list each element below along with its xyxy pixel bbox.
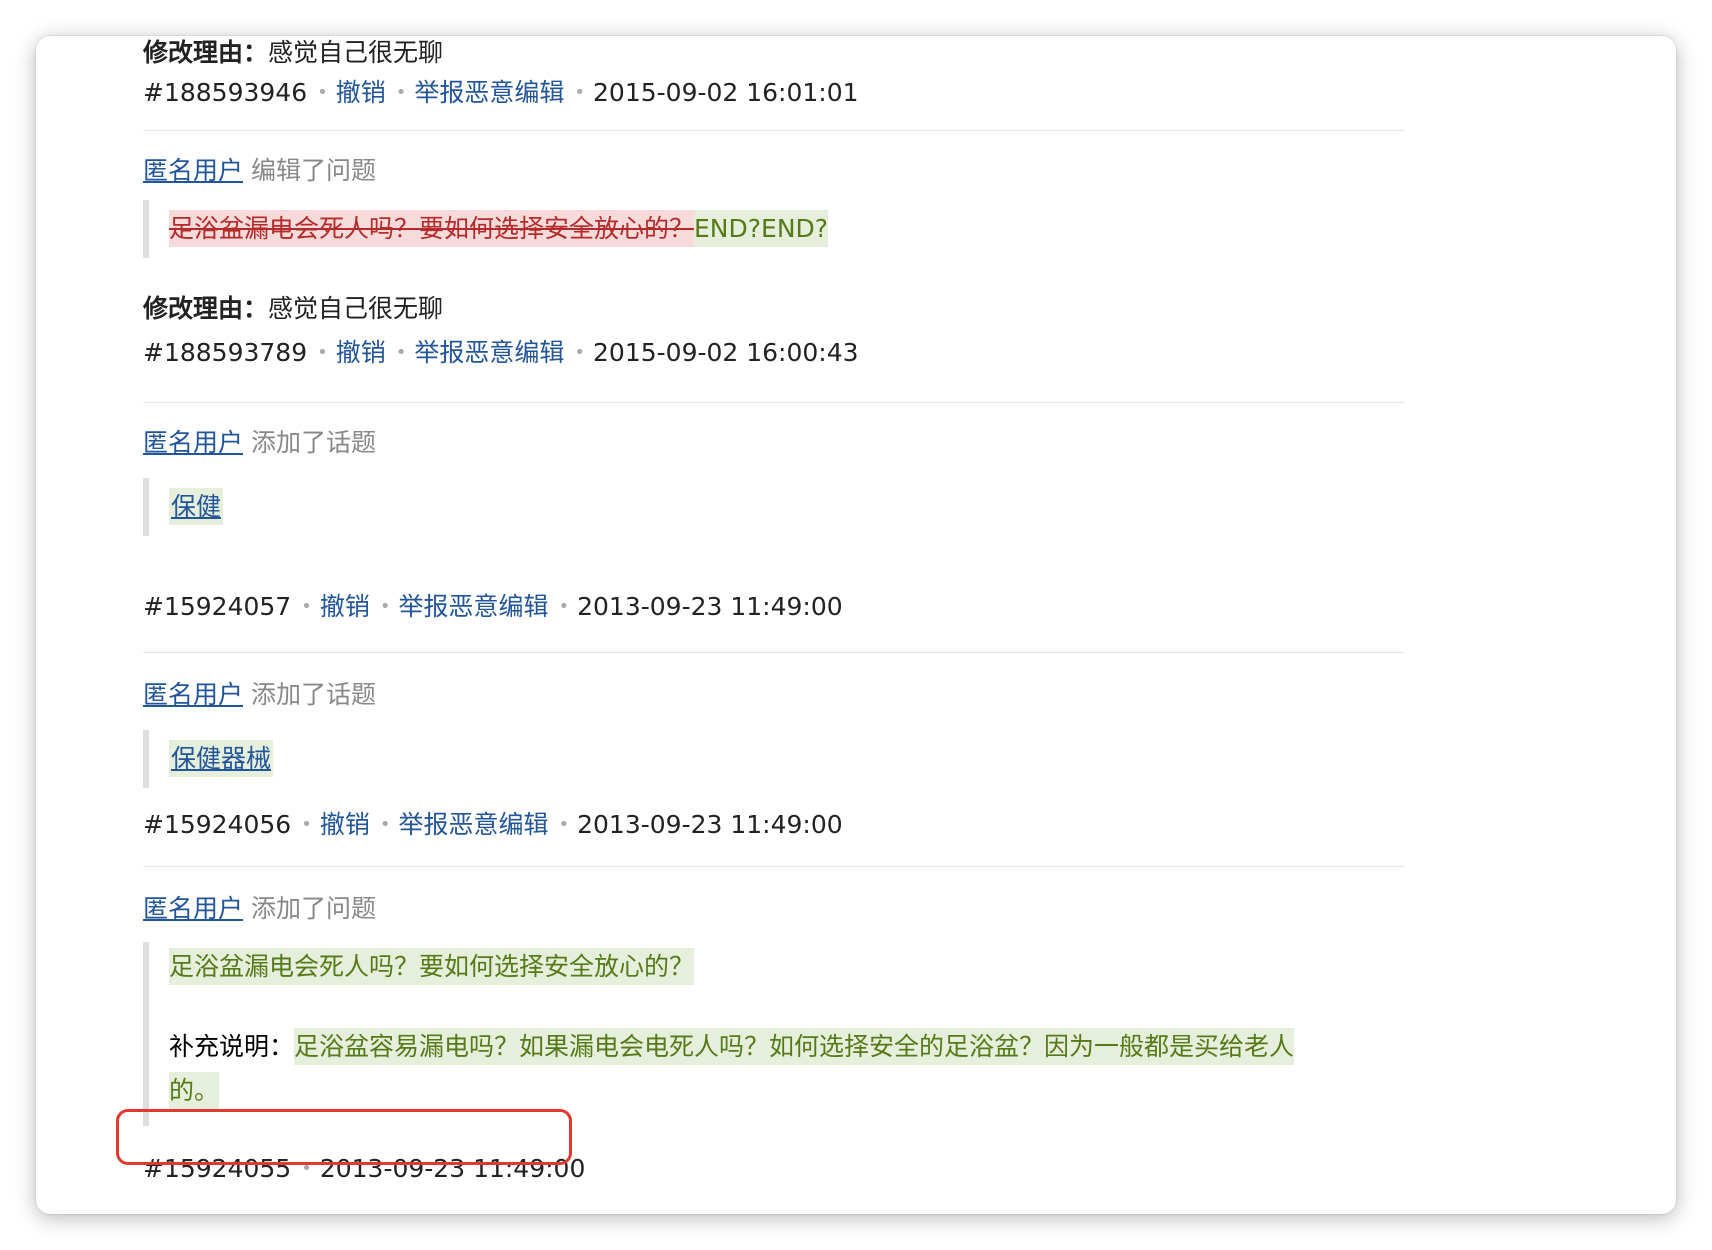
supplement-label: 补充说明： [169, 1032, 295, 1061]
revision-time: 2013-09-23 11:49:00 [577, 810, 843, 839]
separator-dot: • [301, 814, 312, 835]
separator-dot: • [574, 342, 586, 363]
inserted-text: END?END? [694, 210, 829, 247]
user-link[interactable]: 匿名用户 [143, 680, 243, 709]
revision-header: 匿名用户 添加了话题 [143, 426, 376, 460]
edit-reason: 修改理由：感觉自己很无聊 [143, 36, 443, 70]
topic-quote: 保健器械 [143, 730, 274, 788]
separator-dot: • [395, 82, 407, 103]
revision-meta: #188593946 • 撤销 • 举报恶意编辑 • 2015-09-02 16:01:01 [143, 76, 859, 113]
divider [143, 402, 1405, 403]
separator-dot: • [379, 814, 391, 835]
deleted-text: 足浴盆漏电会死人吗？要如何选择安全放心的？ [169, 210, 695, 247]
separator-dot: • [558, 814, 570, 835]
edit-reason-text: 感觉自己很无聊 [268, 38, 444, 67]
revision-header: 匿名用户 添加了问题 [143, 892, 376, 926]
report-malicious-edit-link[interactable]: 举报恶意编辑 [414, 338, 564, 367]
revision-meta: #15924057 • 撤销 • 举报恶意编辑 • 2013-09-23 11:49:00 [143, 590, 843, 627]
user-link[interactable]: 匿名用户 [143, 894, 243, 923]
topic-tag[interactable]: 保健器械 [169, 740, 274, 777]
revision-meta: #15924056 • 撤销 • 举报恶意编辑 • 2013-09-23 11:49:00 [143, 808, 843, 845]
supplement-text-line1: 足浴盆容易漏电吗？如果漏电会电死人吗？如何选择安全的足浴盆？因为一般都是买给老人 [294, 1028, 1295, 1065]
divider [143, 866, 1405, 867]
revision-id: #15924057 [143, 592, 292, 621]
question-title: 足浴盆漏电会死人吗？要如何选择安全放心的？ [169, 948, 695, 985]
separator-dot: • [395, 342, 407, 363]
edit-reason-label: 修改理由： [143, 38, 269, 67]
edit-reason: 修改理由：感觉自己很无聊 [143, 292, 443, 326]
revision-history-panel: 修改理由：感觉自己很无聊 #188593946 • 撤销 • 举报恶意编辑 • 2015-0… [36, 36, 1676, 1214]
separator-dot: • [574, 82, 586, 103]
revision-action: 添加了话题 [250, 680, 376, 709]
supplement-text-line2: 的。 [169, 1072, 220, 1109]
revision-meta: #188593789 • 撤销 • 举报恶意编辑 • 2015-09-02 16:00:43 [143, 336, 859, 373]
report-malicious-edit-link[interactable]: 举报恶意编辑 [414, 78, 564, 107]
edit-reason-text: 感觉自己很无聊 [268, 294, 444, 323]
report-malicious-edit-link[interactable]: 举报恶意编辑 [398, 592, 548, 621]
user-link[interactable]: 匿名用户 [143, 156, 243, 185]
undo-link[interactable]: 撤销 [320, 592, 370, 621]
user-link[interactable]: 匿名用户 [143, 428, 243, 457]
revision-id: #15924056 [143, 810, 292, 839]
revision-action: 编辑了问题 [250, 156, 376, 185]
revision-time: 2015-09-02 16:00:43 [593, 338, 859, 367]
diff-quote: 足浴盆漏电会死人吗？要如何选择安全放心的？END?END? [143, 200, 829, 258]
question-quote: 足浴盆漏电会死人吗？要如何选择安全放心的？ 补充说明：足浴盆容易漏电吗？如果漏电… [143, 942, 1295, 1126]
divider [143, 130, 1405, 131]
separator-dot: • [558, 596, 570, 617]
undo-link[interactable]: 撤销 [320, 810, 370, 839]
revision-action: 添加了问题 [250, 894, 376, 923]
topic-tag[interactable]: 保健 [169, 488, 224, 525]
separator-dot: • [317, 342, 328, 363]
undo-link[interactable]: 撤销 [336, 78, 386, 107]
revision-id: #188593789 [143, 338, 308, 367]
revision-time: 2015-09-02 16:01:01 [593, 78, 859, 107]
separator-dot: • [317, 82, 328, 103]
separator-dot: • [301, 596, 312, 617]
undo-link[interactable]: 撤销 [336, 338, 386, 367]
report-malicious-edit-link[interactable]: 举报恶意编辑 [398, 810, 548, 839]
revision-time: 2013-09-23 11:49:00 [577, 592, 843, 621]
highlight-annotation [116, 1109, 572, 1165]
separator-dot: • [379, 596, 391, 617]
revision-id: #188593946 [143, 78, 308, 107]
revision-header: 匿名用户 编辑了问题 [143, 154, 376, 188]
topic-quote: 保健 [143, 478, 224, 536]
divider [143, 652, 1405, 653]
revision-header: 匿名用户 添加了话题 [143, 678, 376, 712]
revision-action: 添加了话题 [250, 428, 376, 457]
edit-reason-label: 修改理由： [143, 294, 269, 323]
